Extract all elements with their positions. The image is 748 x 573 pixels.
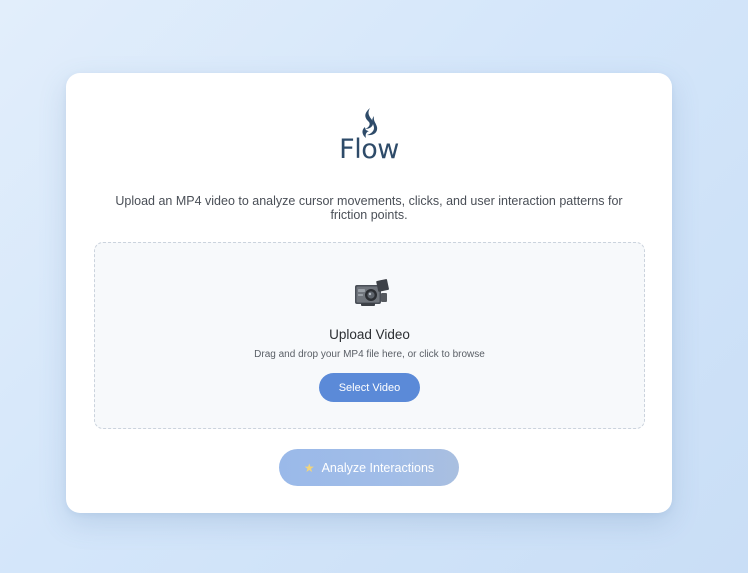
upload-title: Upload Video	[329, 327, 410, 342]
upload-hint: Drag and drop your MP4 file here, or cli…	[254, 349, 485, 360]
analyze-interactions-button[interactable]: ★ Analyze Interactions	[279, 449, 459, 486]
analyze-button-label: Analyze Interactions	[321, 460, 435, 475]
video-dropzone[interactable]: Upload Video Drag and drop your MP4 file…	[94, 242, 645, 429]
brand-name: Flow	[339, 134, 399, 165]
flow-logo: Flow	[66, 107, 672, 165]
video-camera-icon	[355, 279, 389, 306]
page-description: Upload an MP4 video to analyze cursor mo…	[115, 194, 623, 222]
select-video-button[interactable]: Select Video	[319, 373, 420, 402]
star-icon: ★	[303, 460, 315, 475]
upload-card: Flow Upload an MP4 video to analyze curs…	[66, 73, 672, 513]
